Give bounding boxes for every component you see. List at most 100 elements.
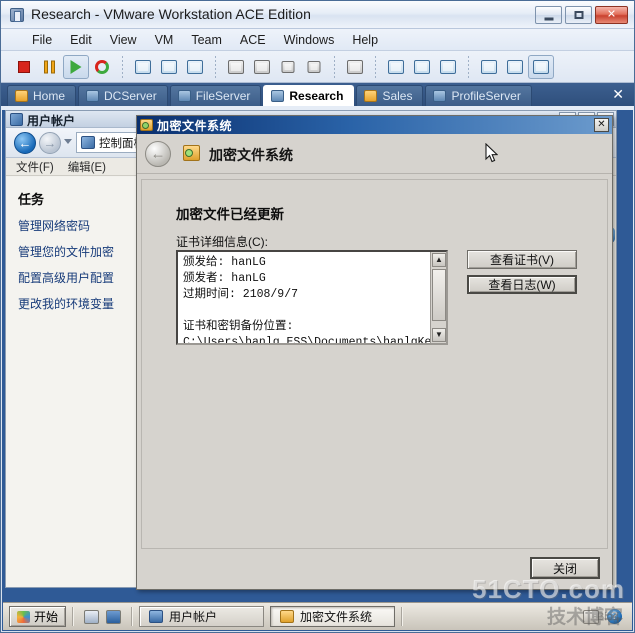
tab-profileserver[interactable]: ProfileServer xyxy=(425,85,532,106)
window-titlebar: Research - VMware Workstation ACE Editio… xyxy=(1,1,634,29)
sidebar-link-configure-advanced-profile[interactable]: 配置高级用户配置 xyxy=(18,269,141,286)
back-arrow-icon: ← xyxy=(18,135,32,151)
help-icon[interactable]: ? xyxy=(607,609,622,624)
back-arrow-icon: ← xyxy=(150,145,166,163)
tab-sales[interactable]: Sales xyxy=(356,85,424,106)
menu-edit[interactable]: Edit xyxy=(61,31,101,49)
toolbar-separator xyxy=(334,55,335,78)
menu-vm[interactable]: VM xyxy=(146,31,183,49)
windows-flag-icon xyxy=(17,610,30,623)
control-panel-icon xyxy=(81,136,95,149)
forward-arrow-icon: → xyxy=(43,135,57,151)
system-tray: ? xyxy=(583,609,626,624)
vm-icon xyxy=(364,90,378,102)
fullscreen-icon[interactable] xyxy=(435,55,461,79)
reset-icon[interactable] xyxy=(89,55,115,79)
tab-home[interactable]: Home xyxy=(7,85,77,106)
efs-icon xyxy=(140,119,153,131)
sidebar-link-manage-network-passwords[interactable]: 管理网络密码 xyxy=(18,217,141,234)
scroll-down-icon[interactable]: ▼ xyxy=(432,328,446,342)
user-accounts-title: 用户帐户 xyxy=(27,114,76,128)
back-button[interactable]: ← xyxy=(14,132,36,154)
recent-pages-chevron-icon[interactable] xyxy=(64,139,72,144)
settings-icon[interactable] xyxy=(476,55,502,79)
vm-icon xyxy=(177,90,191,102)
tab-label: DCServer xyxy=(104,89,157,103)
show-desktop-icon[interactable] xyxy=(84,609,100,624)
efs-back-button[interactable]: ← xyxy=(145,141,171,167)
tab-dcserver[interactable]: DCServer xyxy=(78,85,168,106)
efs-close-button[interactable]: ✕ xyxy=(594,118,609,132)
show-sidebar-icon[interactable] xyxy=(383,55,409,79)
close-button[interactable]: ✕ xyxy=(595,6,628,24)
toolbar-separator xyxy=(468,55,469,78)
snapshot-revert-icon[interactable] xyxy=(156,55,182,79)
taskbar-item-user-accounts[interactable]: 用户帐户 xyxy=(139,606,265,627)
menu-ace[interactable]: ACE xyxy=(231,31,275,49)
view-certificate-button[interactable]: 查看证书(V) xyxy=(467,250,577,269)
tab-fileserver[interactable]: FileServer xyxy=(169,85,262,106)
guest-desktop: 用户帐户 – □ ✕ ← → 控制面板 xyxy=(2,110,633,631)
toolbar-separator xyxy=(122,55,123,78)
cert-details-text: 颁发给: hanLG 颁发者: hanLG 过期时间: 2108/9/7 证书和… xyxy=(183,256,448,345)
menu-file[interactable]: 文件(F) xyxy=(16,159,54,175)
sidebar-link-change-environment-variables[interactable]: 更改我的环境变量 xyxy=(18,295,141,312)
efs-key-icon xyxy=(183,145,200,161)
vm-icon xyxy=(86,90,100,102)
new-vm-icon[interactable] xyxy=(275,55,301,79)
view-log-button[interactable]: 查看日志(W) xyxy=(467,275,577,294)
tab-label: ProfileServer xyxy=(451,89,521,103)
delete-vm-icon[interactable] xyxy=(301,55,327,79)
cert-details-textbox[interactable]: 颁发给: hanLG 颁发者: hanLG 过期时间: 2108/9/7 证书和… xyxy=(176,250,448,345)
clone-multi-icon[interactable] xyxy=(249,55,275,79)
efs-close-dialog-button[interactable]: 关闭 xyxy=(530,557,600,579)
tasks-sidebar: 任务 管理网络密码 管理您的文件加密 配置高级用户配置 更改我的环境变量 xyxy=(6,177,142,587)
efs-header-title: 加密文件系统 xyxy=(209,147,293,163)
clone-icon[interactable] xyxy=(223,55,249,79)
menu-help[interactable]: Help xyxy=(343,31,387,49)
console-icon[interactable] xyxy=(502,55,528,79)
tab-research[interactable]: Research xyxy=(263,85,355,106)
toolbar xyxy=(1,51,634,83)
minimize-button[interactable] xyxy=(535,6,562,24)
close-icon: ✕ xyxy=(606,8,617,21)
taskbar-divider xyxy=(401,607,404,626)
window-title: Research - VMware Workstation ACE Editio… xyxy=(31,6,311,22)
menu-team[interactable]: Team xyxy=(182,31,231,49)
summary-icon[interactable] xyxy=(342,55,368,79)
start-button[interactable]: 开始 xyxy=(9,606,67,627)
efs-dialog-title: 加密文件系统 xyxy=(157,119,233,133)
quick-switch-icon[interactable] xyxy=(409,55,435,79)
switch-window-icon[interactable] xyxy=(106,609,122,624)
scroll-up-icon[interactable]: ▲ xyxy=(432,253,446,267)
taskbar-item-efs[interactable]: 加密文件系统 xyxy=(270,606,396,627)
cert-details-scrollbar[interactable]: ▲ ▼ xyxy=(430,252,446,343)
vm-tabstrip: Home DCServer FileServer Research Sales … xyxy=(1,83,634,106)
scrollbar-thumb[interactable] xyxy=(432,269,446,321)
menu-view[interactable]: View xyxy=(101,31,146,49)
vm-icon xyxy=(271,90,285,102)
toolbar-separator xyxy=(375,55,376,78)
menu-windows[interactable]: Windows xyxy=(275,31,344,49)
suspend-icon[interactable] xyxy=(37,55,63,79)
snapshot-take-icon[interactable] xyxy=(130,55,156,79)
keyboard-layout-icon[interactable] xyxy=(583,609,599,624)
taskbar-divider xyxy=(72,607,75,626)
menu-file[interactable]: File xyxy=(23,31,61,49)
menubar: File Edit View VM Team ACE Windows Help xyxy=(1,29,634,51)
tab-label: Home xyxy=(33,89,66,103)
sidebar-link-manage-file-encryption[interactable]: 管理您的文件加密 xyxy=(18,243,141,260)
menu-edit[interactable]: 编辑(E) xyxy=(68,159,106,175)
maximize-button[interactable] xyxy=(565,6,592,24)
efs-dialog-header: ← 加密文件系统 xyxy=(137,134,612,174)
power-off-icon[interactable] xyxy=(11,55,37,79)
window-controls: ✕ xyxy=(535,6,628,24)
snapshot-manager-icon[interactable] xyxy=(182,55,208,79)
close-tab-icon[interactable]: ✕ xyxy=(612,86,624,103)
toolbar-separator xyxy=(215,55,216,78)
forward-button[interactable]: → xyxy=(39,132,61,154)
power-on-icon[interactable] xyxy=(63,54,89,79)
efs-dialog-titlebar: 加密文件系统 ✕ xyxy=(137,116,612,134)
efs-heading: 加密文件已经更新 xyxy=(176,207,284,222)
multiple-windows-icon[interactable] xyxy=(528,54,554,79)
